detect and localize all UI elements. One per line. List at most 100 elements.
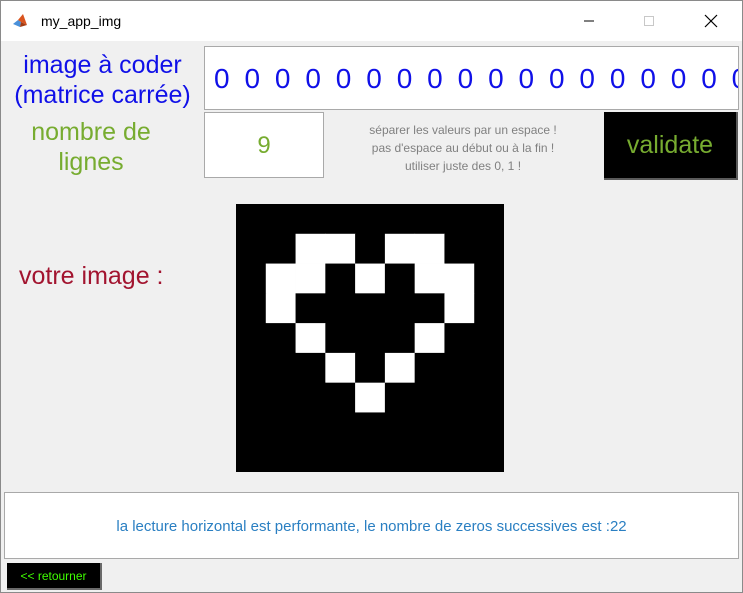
pixel-cell xyxy=(295,293,326,324)
pixel-cell xyxy=(325,442,356,472)
matrix-input[interactable]: 0 0 0 0 0 0 0 0 0 0 0 0 0 0 0 0 0 0 0 0 … xyxy=(204,46,739,110)
back-button[interactable]: << retourner xyxy=(7,563,102,590)
pixel-cell xyxy=(474,352,504,384)
pixel-cell xyxy=(444,263,475,294)
image-preview xyxy=(236,204,504,472)
pixel-cell xyxy=(414,412,445,443)
pixel-cell xyxy=(384,442,416,472)
pixel-cell xyxy=(474,412,504,443)
pixel-cell xyxy=(444,293,475,324)
pixel-cell xyxy=(384,233,416,264)
pixel-cell xyxy=(355,382,386,413)
pixel-cell xyxy=(384,382,416,413)
app-window: my_app_img image à coder (matrice carrée… xyxy=(0,0,743,593)
title-bar[interactable]: my_app_img xyxy=(1,1,742,41)
pixel-cell xyxy=(355,233,386,264)
hint-line3: utiliser juste des 0, 1 ! xyxy=(404,159,522,173)
pixel-cell xyxy=(444,442,475,472)
maximize-button[interactable] xyxy=(626,1,672,41)
pixel-cell xyxy=(325,293,356,324)
pixel-cell xyxy=(384,352,416,384)
close-icon xyxy=(704,14,718,28)
pixel-cell xyxy=(236,263,267,294)
minimize-button[interactable] xyxy=(566,1,612,41)
pixel-cell xyxy=(265,382,296,413)
maximize-icon xyxy=(644,16,654,26)
pixel-cell xyxy=(414,293,445,324)
input-hint: séparer les valeurs par un espace ! pas … xyxy=(333,121,593,175)
pixel-cell xyxy=(384,412,416,443)
pixel-cell xyxy=(295,412,326,443)
pixel-cell xyxy=(384,204,416,235)
pixel-cell xyxy=(265,352,296,384)
pixel-cell xyxy=(414,323,445,354)
matrix-label-line2: (matrice carrée) xyxy=(14,81,191,109)
validate-button[interactable]: validate xyxy=(604,112,738,180)
pixel-cell xyxy=(355,293,386,324)
pixel-cell xyxy=(236,442,267,472)
pixel-cell xyxy=(295,323,326,354)
pixel-cell xyxy=(444,352,475,384)
pixel-cell xyxy=(414,352,445,384)
hint-line1: séparer les valeurs par un espace ! xyxy=(369,123,557,137)
pixel-cell xyxy=(355,263,386,294)
pixel-cell xyxy=(265,263,296,294)
pixel-cell xyxy=(265,323,296,354)
pixel-cell xyxy=(265,442,296,472)
pixel-cell xyxy=(295,382,326,413)
pixel-cell xyxy=(444,382,475,413)
matrix-label-line1: image à coder xyxy=(23,51,182,79)
pixel-cell xyxy=(384,293,416,324)
pixel-cell xyxy=(295,204,326,235)
pixel-cell xyxy=(325,263,356,294)
pixel-grid xyxy=(236,204,504,472)
pixel-cell xyxy=(325,204,356,235)
pixel-cell xyxy=(295,233,326,264)
pixel-cell xyxy=(236,293,267,324)
rows-label-line2: lignes xyxy=(58,148,124,176)
pixel-cell xyxy=(384,263,416,294)
pixel-cell xyxy=(355,204,386,235)
pixel-cell xyxy=(355,412,386,443)
pixel-cell xyxy=(236,412,267,443)
pixel-cell xyxy=(474,323,504,354)
pixel-cell xyxy=(265,293,296,324)
pixel-cell xyxy=(236,204,267,235)
rows-label-line1: nombre de xyxy=(31,118,151,146)
pixel-cell xyxy=(355,352,386,384)
pixel-cell xyxy=(414,263,445,294)
pixel-cell xyxy=(444,204,475,235)
pixel-cell xyxy=(295,263,326,294)
pixel-cell xyxy=(355,323,386,354)
matlab-icon xyxy=(12,13,28,29)
pixel-cell xyxy=(295,442,326,472)
rows-label: nombre de lignes xyxy=(1,117,181,177)
close-button[interactable] xyxy=(688,1,734,41)
pixel-cell xyxy=(236,352,267,384)
pixel-cell xyxy=(325,323,356,354)
pixel-cell xyxy=(444,323,475,354)
pixel-cell xyxy=(444,412,475,443)
result-output: la lecture horizontal est performante, l… xyxy=(4,492,739,559)
pixel-cell xyxy=(325,233,356,264)
pixel-cell xyxy=(474,204,504,235)
matrix-label: image à coder (matrice carrée) xyxy=(1,50,204,110)
pixel-cell xyxy=(414,442,445,472)
pixel-cell xyxy=(236,323,267,354)
window-title: my_app_img xyxy=(41,13,122,29)
pixel-cell xyxy=(474,263,504,294)
image-label: votre image : xyxy=(19,262,164,290)
rows-input[interactable]: 9 xyxy=(204,112,324,178)
pixel-cell xyxy=(236,233,267,264)
minimize-icon xyxy=(584,20,594,22)
pixel-cell xyxy=(474,382,504,413)
pixel-cell xyxy=(414,233,445,264)
hint-line2: pas d'espace au début ou à la fin ! xyxy=(371,141,555,155)
pixel-cell xyxy=(325,412,356,443)
pixel-cell xyxy=(474,442,504,472)
pixel-cell xyxy=(355,442,386,472)
pixel-cell xyxy=(384,323,416,354)
pixel-cell xyxy=(265,233,296,264)
pixel-cell xyxy=(474,293,504,324)
pixel-cell xyxy=(474,233,504,264)
